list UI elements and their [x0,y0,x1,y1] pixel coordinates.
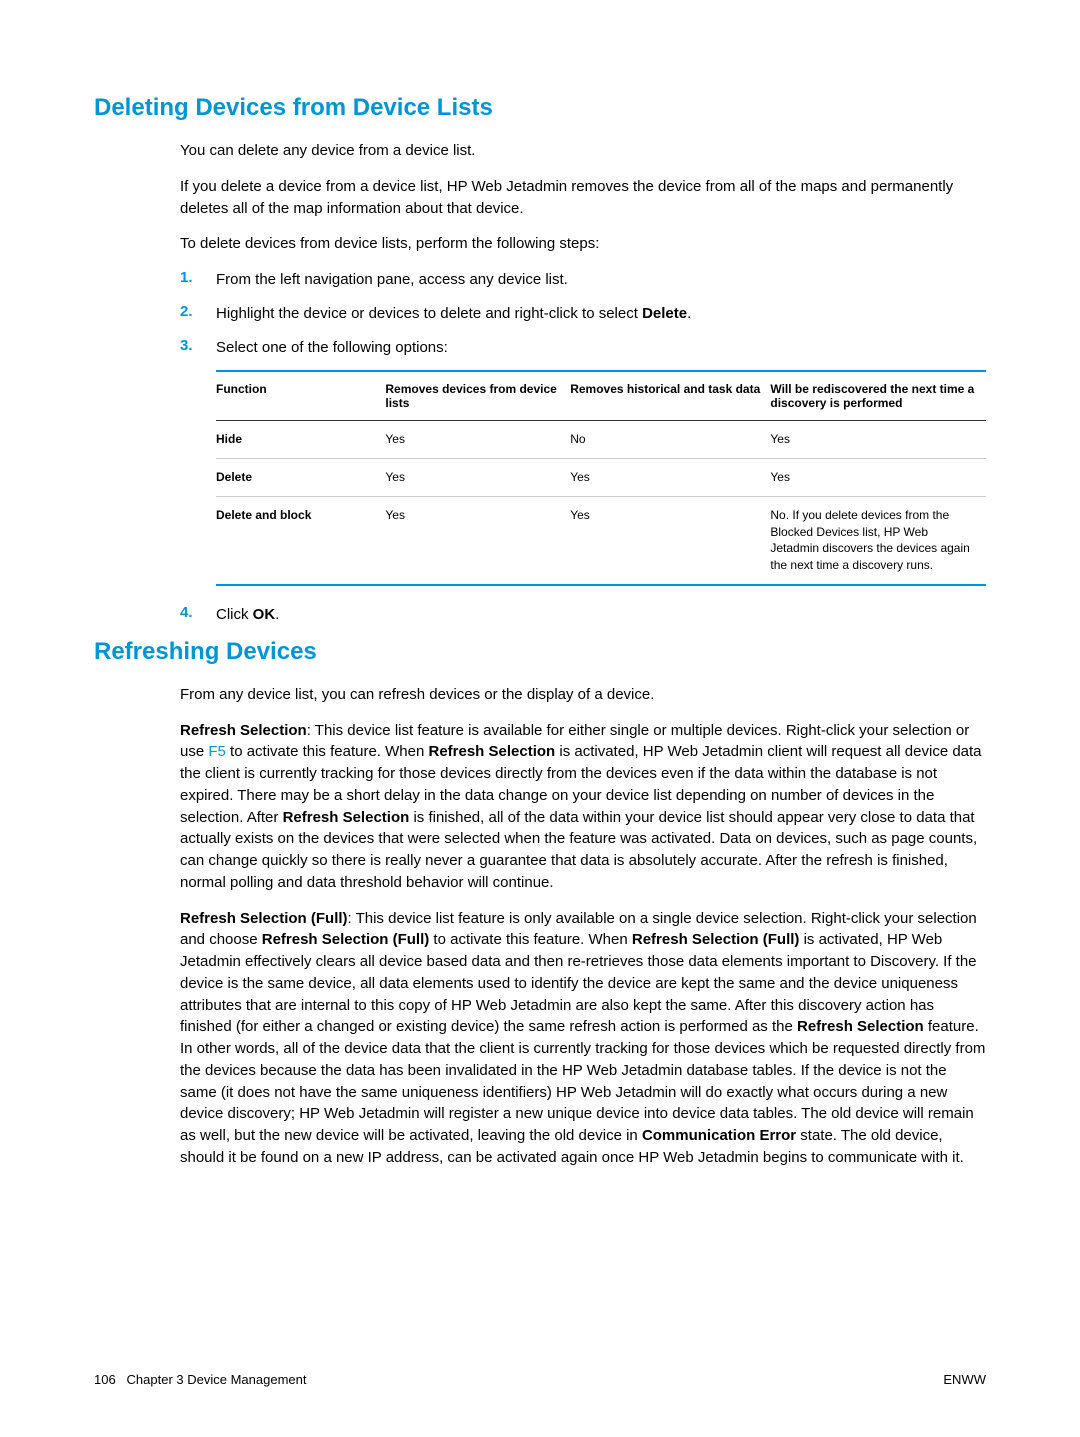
cell-removes-devices: Yes [385,459,570,497]
heading-refreshing-devices: Refreshing Devices [94,638,986,666]
options-table: Function Removes devices from device lis… [216,370,986,586]
intro-para-1: You can delete any device from a device … [180,140,986,162]
step-4-post: . [275,606,279,623]
refresh-intro: From any device list, you can refresh de… [180,684,986,706]
rsf-t4: feature. In other words, all of the devi… [180,1018,985,1144]
rsf-b5: Communication Error [642,1127,796,1144]
cell-function: Hide [216,421,385,459]
step-4-text: Click OK. [216,604,986,626]
th-rediscovered: Will be rediscovered the next time a dis… [770,371,986,421]
step-4-bold: OK [253,606,276,623]
table-row: Hide Yes No Yes [216,421,986,459]
step-4-pre: Click [216,606,253,623]
cell-removes-data: No [570,421,770,459]
step-3: 3. Select one of the following options: [180,337,986,359]
table-row: Delete and block Yes Yes No. If you dele… [216,496,986,585]
step-3-text: Select one of the following options: [216,337,986,359]
step-2-pre: Highlight the device or devices to delet… [216,305,642,322]
rs-b3: Refresh Selection [283,809,410,826]
step-4: 4. Click OK. [180,604,986,626]
section1-body: You can delete any device from a device … [180,140,986,626]
cell-rediscovered: Yes [770,421,986,459]
step-2-text: Highlight the device or devices to delet… [216,303,986,325]
cell-function: Delete [216,459,385,497]
rs-t2: to activate this feature. When [226,743,429,760]
chapter-label: Chapter 3 Device Management [127,1372,307,1387]
refresh-selection-full-para: Refresh Selection (Full): This device li… [180,908,986,1169]
intro-para-2: If you delete a device from a device lis… [180,176,986,220]
step-4-number: 4. [180,604,216,626]
intro-para-3: To delete devices from device lists, per… [180,233,986,255]
page-number: 106 [94,1372,116,1387]
step-1-number: 1. [180,269,216,291]
th-removes-data: Removes historical and task data [570,371,770,421]
heading-deleting-devices: Deleting Devices from Device Lists [94,94,986,122]
cell-removes-devices: Yes [385,421,570,459]
options-table-wrap: Function Removes devices from device lis… [216,370,986,586]
cell-removes-data: Yes [570,496,770,585]
rsf-t2: to activate this feature. When [429,931,632,948]
cell-rediscovered: Yes [770,459,986,497]
cell-removes-devices: Yes [385,496,570,585]
f5-key-link[interactable]: F5 [208,743,226,760]
page-footer: 106 Chapter 3 Device Management ENWW [94,1372,986,1387]
rsf-b4: Refresh Selection [797,1018,924,1035]
step-3-number: 3. [180,337,216,359]
step-1: 1. From the left navigation pane, access… [180,269,986,291]
rsf-b1: Refresh Selection (Full) [180,910,348,927]
table-header-row: Function Removes devices from device lis… [216,371,986,421]
footer-right: ENWW [943,1372,986,1387]
cell-rediscovered: No. If you delete devices from the Block… [770,496,986,585]
cell-function: Delete and block [216,496,385,585]
step-2-number: 2. [180,303,216,325]
step-2-post: . [687,305,691,322]
step-2: 2. Highlight the device or devices to de… [180,303,986,325]
rsf-b3: Refresh Selection (Full) [632,931,800,948]
step-2-bold: Delete [642,305,687,322]
rs-b2: Refresh Selection [428,743,555,760]
section2-body: From any device list, you can refresh de… [180,684,986,1169]
step-1-text: From the left navigation pane, access an… [216,269,986,291]
footer-left: 106 Chapter 3 Device Management [94,1372,306,1387]
rs-b1: Refresh Selection [180,722,307,739]
refresh-selection-para: Refresh Selection: This device list feat… [180,720,986,894]
th-function: Function [216,371,385,421]
rsf-b2: Refresh Selection (Full) [262,931,430,948]
th-removes-devices: Removes devices from device lists [385,371,570,421]
table-row: Delete Yes Yes Yes [216,459,986,497]
cell-removes-data: Yes [570,459,770,497]
